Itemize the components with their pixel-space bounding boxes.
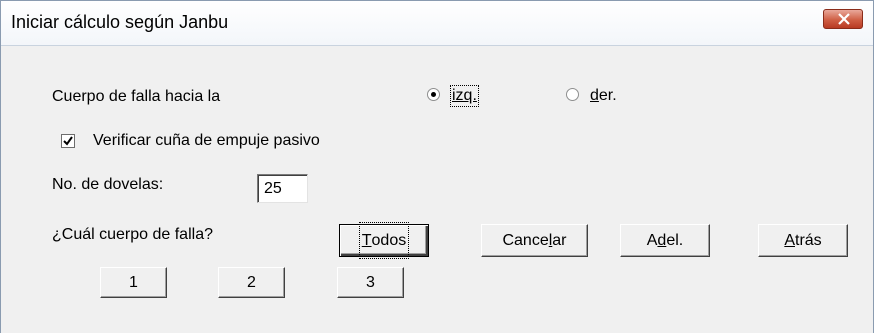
back-button-label: Atrás <box>784 232 822 249</box>
close-icon <box>838 13 850 25</box>
direction-label: Cuerpo de falla hacia la <box>52 88 221 105</box>
radio-left-label[interactable]: izq. <box>450 85 479 107</box>
window-title: Iniciar cálculo según Janbu <box>11 12 229 32</box>
radio-left[interactable] <box>427 88 440 101</box>
body-1-button[interactable]: 1 <box>100 267 167 298</box>
passive-wedge-checkbox[interactable] <box>61 134 75 148</box>
slices-label: No. de dovelas: <box>52 176 164 193</box>
all-button-label: Todos <box>358 222 410 259</box>
body-2-label: 2 <box>247 274 256 291</box>
radio-right[interactable] <box>566 88 579 101</box>
passive-wedge-label[interactable]: Verificar cuña de empuje pasivo <box>93 132 320 150</box>
title-bar: Iniciar cálculo según Janbu <box>1 1 873 46</box>
cancel-button-label: Cancelar <box>502 232 567 249</box>
cancel-button[interactable]: Cancelar <box>481 224 588 257</box>
radio-right-label[interactable]: der. <box>590 87 617 105</box>
body-1-label: 1 <box>129 274 138 291</box>
check-icon <box>63 136 73 146</box>
body-2-button[interactable]: 2 <box>218 267 285 298</box>
next-button[interactable]: Adel. <box>620 224 710 257</box>
failure-body-label: ¿Cuál cuerpo de falla? <box>52 226 213 243</box>
radio-selected-dot <box>431 92 436 97</box>
all-button[interactable]: Todos <box>339 222 429 259</box>
back-button[interactable]: Atrás <box>758 224 848 257</box>
body-3-label: 3 <box>366 274 375 291</box>
dialog-window: Iniciar cálculo según Janbu Cuerpo de fa… <box>0 0 874 333</box>
close-button[interactable] <box>823 9 863 29</box>
dialog-body: Cuerpo de falla hacia la izq. der. Verif… <box>1 46 873 333</box>
next-button-label: Adel. <box>646 232 684 249</box>
slices-input[interactable]: 25 <box>257 174 308 203</box>
body-3-button[interactable]: 3 <box>337 267 404 298</box>
